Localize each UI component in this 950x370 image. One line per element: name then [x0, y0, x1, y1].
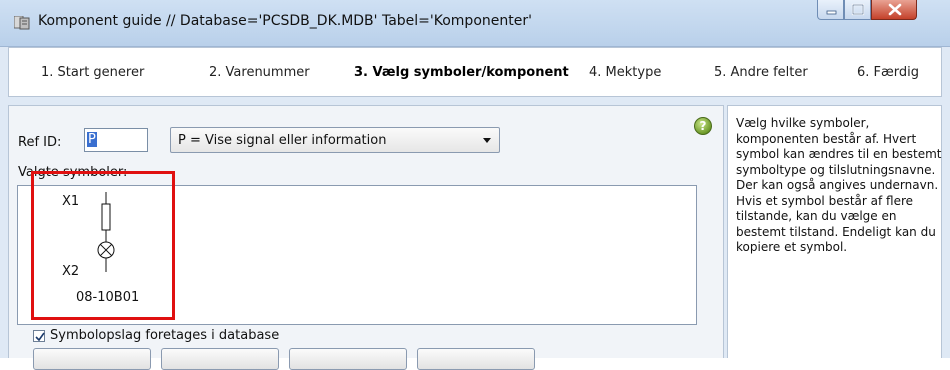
step-faerdig[interactable]: 6. Færdig: [857, 65, 919, 80]
highlight-frame: [31, 171, 175, 320]
close-button[interactable]: [871, 0, 917, 20]
refid-input[interactable]: P: [84, 128, 148, 152]
minimize-icon: [826, 10, 837, 15]
symbol-button-4[interactable]: [417, 348, 535, 370]
help-panel: Vælg hvilke symboler, komponenten består…: [727, 105, 942, 358]
help-icon[interactable]: ?: [694, 117, 712, 135]
step-varenummer[interactable]: 2. Varenummer: [209, 65, 310, 80]
component-guide-window: Komponent guide // Database='PCSDB_DK.MD…: [0, 0, 950, 370]
step-vaelg-symboler[interactable]: 3. Vælg symboler/komponent: [354, 65, 569, 80]
refid-value: P: [87, 132, 97, 147]
symbol-button-1[interactable]: [33, 348, 151, 370]
minimize-button[interactable]: [817, 0, 844, 20]
type-select-value: P = Vise signal eller information: [178, 133, 387, 148]
refid-label: Ref ID:: [18, 135, 62, 150]
wizard-steps: 1. Start generer 2. Varenummer 3. Vælg s…: [8, 47, 942, 97]
window-title: Komponent guide // Database='PCSDB_DK.MD…: [38, 13, 532, 29]
type-select[interactable]: P = Vise signal eller information: [170, 127, 500, 153]
step-andre-felter[interactable]: 5. Andre felter: [714, 65, 808, 80]
step-mektype[interactable]: 4. Mektype: [589, 65, 661, 80]
db-lookup-checkbox[interactable]: [33, 330, 45, 342]
step-start-generer[interactable]: 1. Start generer: [41, 65, 144, 80]
maximize-button[interactable]: [844, 0, 871, 20]
db-lookup-label: Symbolopslag foretages i database: [50, 328, 280, 343]
app-icon: [14, 16, 30, 30]
symbol-button-2[interactable]: [161, 348, 279, 370]
checkmark-icon: [35, 332, 45, 342]
close-icon: [888, 3, 902, 16]
title-bar[interactable]: Komponent guide // Database='PCSDB_DK.MD…: [0, 0, 950, 47]
maximize-icon: [851, 3, 865, 16]
help-text: Vælg hvilke symboler, komponenten består…: [736, 116, 942, 254]
symbol-button-3[interactable]: [289, 348, 407, 370]
chevron-down-icon: [483, 138, 491, 143]
